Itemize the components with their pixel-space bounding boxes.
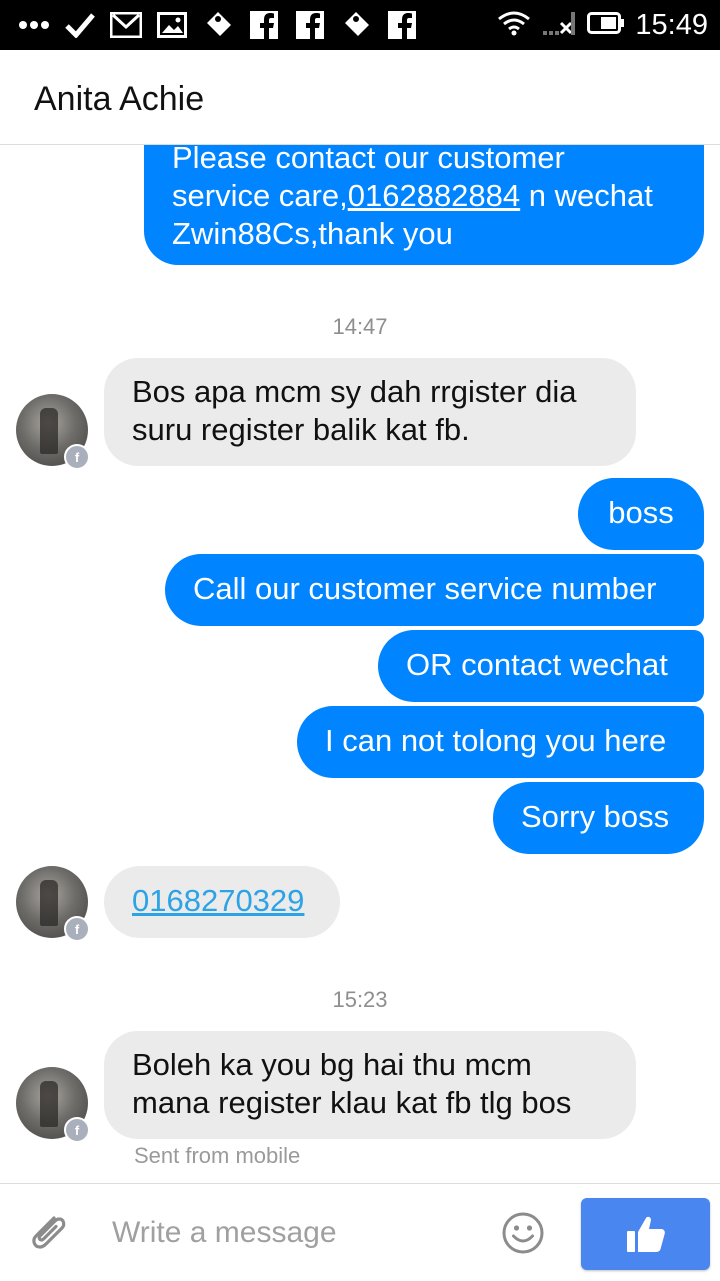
tag-icon [202,9,234,41]
outgoing-message[interactable]: boss [578,478,704,550]
avatar[interactable]: f [16,394,90,470]
facebook-icon [294,9,326,41]
sent-from-label: Sent from mobile [134,1143,301,1168]
message-composer [0,1183,720,1281]
timestamp: 14:47 [332,314,388,339]
more-dots-icon [18,9,50,41]
signal-icon [541,10,577,41]
message-line: Boleh ka you bg hai thu mcm [132,1047,532,1082]
image-icon [156,9,188,41]
contact-name[interactable]: Anita Achie [34,80,204,119]
conversation-header: Anita Achie [0,50,720,145]
message-line: Please contact our customer [172,145,565,175]
clock: 15:49 [635,8,708,41]
facebook-badge-icon: f [64,444,90,470]
incoming-message[interactable]: Bos apa mcm sy dah rrgister dia suru reg… [104,358,636,466]
message-line: suru register balik kat fb. [132,412,470,447]
like-button[interactable] [581,1198,710,1270]
message-list[interactable]: Please contact our customer service care… [0,145,720,1183]
notification-icons [18,8,418,42]
message-line: mana register klau kat fb tlg bos [132,1085,572,1120]
facebook-icon [386,9,418,41]
battery-icon [587,11,625,40]
status-bar: 15:49 [0,0,720,50]
thumbs-up-icon [626,1216,665,1252]
tag-icon [340,9,372,41]
outgoing-message[interactable]: Sorry boss [493,782,704,854]
facebook-icon [248,9,280,41]
phone-link[interactable]: 0162882884 [348,178,520,213]
facebook-badge-icon: f [64,1117,90,1143]
message-text: n wechat [520,178,653,213]
timestamp: 15:23 [332,987,388,1012]
smiley-icon[interactable] [500,1210,546,1256]
check-icon [64,9,96,41]
message-line: Zwin88Cs,thank you [172,216,453,251]
avatar[interactable]: f [16,1067,90,1143]
message-line: service care,0162882884 n wechat [172,177,676,215]
system-icons: 15:49 [497,8,708,42]
incoming-message[interactable]: 0168270329 [104,866,340,938]
message-line: Bos apa mcm sy dah rrgister dia [132,374,577,409]
outgoing-message[interactable]: OR contact wechat [378,630,704,702]
message-text: service care, [172,178,348,213]
incoming-message[interactable]: Boleh ka you bg hai thu mcm mana registe… [104,1031,636,1139]
phone-link[interactable]: 0168270329 [132,883,304,918]
avatar[interactable]: f [16,866,90,942]
gmail-icon [110,9,142,41]
message-input[interactable] [110,1210,494,1256]
outgoing-message[interactable]: Please contact our customer service care… [144,145,704,265]
wifi-icon [497,10,531,41]
outgoing-message[interactable]: I can not tolong you here [297,706,704,778]
facebook-badge-icon: f [64,916,90,942]
paperclip-icon[interactable] [24,1208,72,1256]
outgoing-message[interactable]: Call our customer service number [165,554,704,626]
